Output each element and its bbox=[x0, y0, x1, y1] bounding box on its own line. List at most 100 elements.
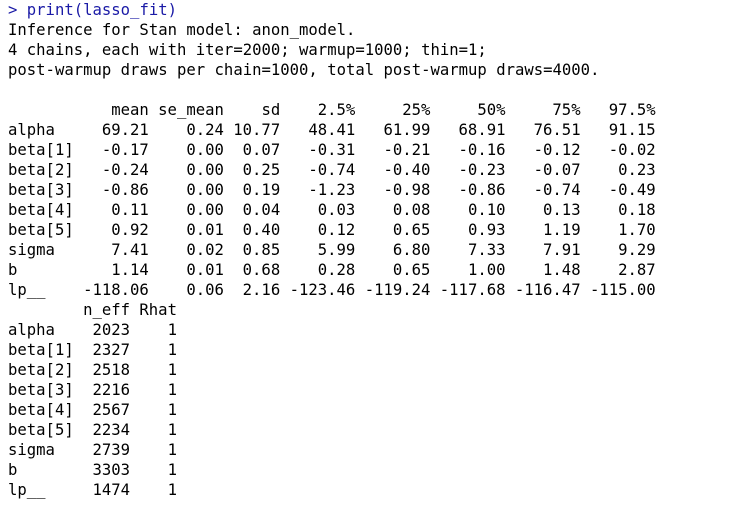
table-cell: 0.93 bbox=[467, 221, 506, 239]
table-row: beta[3] 2216 1 bbox=[8, 380, 752, 400]
table-cell: 3303 bbox=[92, 461, 131, 479]
table-cell: 0.28 bbox=[317, 261, 356, 279]
column-header: n_eff bbox=[83, 301, 131, 319]
table-cell: -123.46 bbox=[289, 281, 356, 299]
table-cell: 0.25 bbox=[242, 161, 281, 179]
column-header: Rhat bbox=[139, 301, 177, 319]
table-row: beta[5] 2234 1 bbox=[8, 420, 752, 440]
row-label: alpha bbox=[8, 321, 55, 339]
table-cell: 0.01 bbox=[186, 261, 224, 279]
table-cell: 0.85 bbox=[242, 241, 281, 259]
table-cell: -0.49 bbox=[608, 181, 656, 199]
row-label: beta[3] bbox=[8, 381, 74, 399]
table-cell: -0.17 bbox=[101, 141, 149, 159]
table-cell: 5.99 bbox=[317, 241, 356, 259]
table-cell: 0.40 bbox=[242, 221, 281, 239]
table-row: beta[4] 2567 1 bbox=[8, 400, 752, 420]
table-cell: -0.98 bbox=[383, 181, 431, 199]
row-label: beta[3] bbox=[8, 181, 74, 199]
table-row: beta[1] -0.17 0.00 0.07 -0.31 -0.21 -0.16 -0.12… bbox=[8, 140, 752, 160]
table-cell: -1.23 bbox=[308, 181, 356, 199]
table-cell: 0.01 bbox=[186, 221, 224, 239]
diagnostics-table: n_eff Rhat alpha 2023 1 beta[1] 2327 1 beta[2] 25… bbox=[8, 300, 752, 500]
table-cell: 2518 bbox=[92, 361, 131, 379]
row-label: lp__ bbox=[8, 481, 46, 499]
row-label: beta[5] bbox=[8, 421, 74, 439]
table-cell: -116.47 bbox=[514, 281, 581, 299]
table-cell: 0.00 bbox=[186, 161, 224, 179]
table-cell: 48.41 bbox=[308, 121, 356, 139]
row-label: beta[1] bbox=[8, 141, 74, 159]
summary_table-header-row: mean se_mean sd 2.5% 25% 50% 75% 97.5% bbox=[8, 100, 752, 120]
table-cell: -0.40 bbox=[383, 161, 431, 179]
table-cell: 0.13 bbox=[543, 201, 581, 219]
table-cell: 1 bbox=[167, 481, 177, 499]
column-header: 25% bbox=[402, 101, 431, 119]
table-cell: 6.80 bbox=[392, 241, 431, 259]
column-header: mean bbox=[111, 101, 149, 119]
table-cell: 0.02 bbox=[186, 241, 224, 259]
command-line: > print(lasso_fit) bbox=[8, 0, 752, 20]
table-cell: -118.06 bbox=[83, 281, 149, 299]
table-cell: 2023 bbox=[92, 321, 131, 339]
table-cell: -119.24 bbox=[364, 281, 431, 299]
table-cell: 7.41 bbox=[111, 241, 149, 259]
table-cell: 1 bbox=[167, 421, 177, 439]
table-cell: -0.02 bbox=[608, 141, 656, 159]
column-header: 50% bbox=[477, 101, 506, 119]
table-cell: 0.12 bbox=[317, 221, 356, 239]
table-cell: 91.15 bbox=[608, 121, 656, 139]
table-cell: 1.70 bbox=[618, 221, 656, 239]
table-cell: 7.91 bbox=[543, 241, 581, 259]
output-header-line-3: post-warmup draws per chain=1000, total … bbox=[8, 61, 600, 79]
table-row: beta[4] 0.11 0.00 0.04 0.03 0.08 0.10 0.13 0.18 bbox=[8, 200, 752, 220]
table-cell: 0.03 bbox=[317, 201, 356, 219]
table-row: alpha 2023 1 bbox=[8, 320, 752, 340]
table-cell: 0.07 bbox=[242, 141, 281, 159]
table-cell: 0.04 bbox=[242, 201, 281, 219]
row-label: sigma bbox=[8, 441, 55, 459]
table-cell: 0.00 bbox=[186, 141, 224, 159]
r-console-output: > print(lasso_fit) Inference for Stan mo… bbox=[8, 0, 752, 500]
table-cell: 1 bbox=[167, 461, 177, 479]
table-cell: -0.16 bbox=[458, 141, 506, 159]
column-header: se_mean bbox=[158, 101, 224, 119]
table-cell: -0.86 bbox=[458, 181, 506, 199]
row-label: alpha bbox=[8, 121, 55, 139]
table-cell: 0.24 bbox=[186, 121, 224, 139]
row-label: b bbox=[8, 261, 18, 279]
table-cell: 1 bbox=[167, 361, 177, 379]
table-cell: 2567 bbox=[92, 401, 131, 419]
table-row: sigma 7.41 0.02 0.85 5.99 6.80 7.33 7.91 9.29 bbox=[8, 240, 752, 260]
table-cell: -0.86 bbox=[101, 181, 149, 199]
row-label: beta[2] bbox=[8, 161, 74, 179]
table-cell: 1 bbox=[167, 441, 177, 459]
table-row: b 1.14 0.01 0.68 0.28 0.65 1.00 1.48 2.87 bbox=[8, 260, 752, 280]
column-header: sd bbox=[261, 101, 281, 119]
table-cell: 0.06 bbox=[186, 281, 224, 299]
table-row: sigma 2739 1 bbox=[8, 440, 752, 460]
table-row: beta[1] 2327 1 bbox=[8, 340, 752, 360]
table-cell: 76.51 bbox=[533, 121, 581, 139]
table-cell: 1 bbox=[167, 321, 177, 339]
table-cell: 0.11 bbox=[111, 201, 149, 219]
table-cell: 2216 bbox=[92, 381, 131, 399]
table-row: beta[3] -0.86 0.00 0.19 -1.23 -0.98 -0.86 -0.74… bbox=[8, 180, 752, 200]
table-cell: 1.14 bbox=[111, 261, 149, 279]
table-cell: 2234 bbox=[92, 421, 131, 439]
table-cell: -0.24 bbox=[101, 161, 149, 179]
row-label: beta[1] bbox=[8, 341, 74, 359]
table-cell: 69.21 bbox=[101, 121, 149, 139]
column-header: 2.5% bbox=[317, 101, 356, 119]
table-cell: 9.29 bbox=[618, 241, 656, 259]
table-cell: 2.87 bbox=[618, 261, 656, 279]
table-cell: 0.68 bbox=[242, 261, 281, 279]
summary-table: mean se_mean sd 2.5% 25% 50% 75% 97.5% alpha 69.2… bbox=[8, 100, 752, 300]
table-cell: -0.23 bbox=[458, 161, 506, 179]
table-cell: 1.48 bbox=[543, 261, 581, 279]
table-cell: 61.99 bbox=[383, 121, 431, 139]
table-row: alpha 69.21 0.24 10.77 48.41 61.99 68.91 76.51 9… bbox=[8, 120, 752, 140]
table-cell: 0.10 bbox=[467, 201, 506, 219]
row-label: lp__ bbox=[8, 281, 46, 299]
